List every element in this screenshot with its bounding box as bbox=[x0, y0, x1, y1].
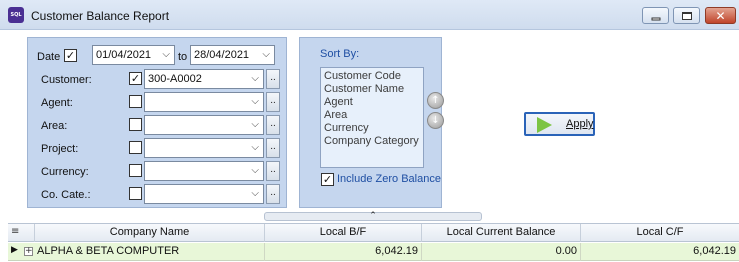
area-combo[interactable]: ⌵ bbox=[144, 115, 264, 135]
company-category-checkbox[interactable] bbox=[129, 187, 142, 200]
sort-item-agent[interactable]: Agent bbox=[324, 96, 420, 109]
agent-dropdown-icon[interactable]: ⌵ bbox=[251, 93, 259, 111]
date-to-field[interactable]: 28/04/2021 ⌵ bbox=[190, 45, 275, 65]
agent-combo[interactable]: ⌵ bbox=[144, 92, 264, 112]
date-from-value: 01/04/2021 bbox=[96, 49, 152, 61]
cell-local-cf: 6,042.19 bbox=[693, 245, 736, 257]
column-header-local-bf[interactable]: Local B/F bbox=[265, 224, 422, 242]
expand-row-icon[interactable]: + bbox=[24, 247, 33, 256]
sort-item-area[interactable]: Area bbox=[324, 109, 420, 122]
maximize-button[interactable] bbox=[673, 7, 700, 24]
project-browse-button[interactable]: .. bbox=[266, 138, 280, 158]
maximize-icon bbox=[681, 11, 692, 20]
customer-combo[interactable]: 300-A0002 ⌵ bbox=[144, 69, 264, 89]
currency-browse-button[interactable]: .. bbox=[266, 161, 280, 181]
sort-item-company-category[interactable]: Company Category bbox=[324, 135, 420, 148]
company-category-browse-button[interactable]: .. bbox=[266, 184, 280, 204]
date-checkbox[interactable]: ✓ bbox=[64, 49, 77, 62]
column-header-company-name[interactable]: Company Name bbox=[35, 224, 265, 242]
minimize-icon bbox=[651, 17, 660, 20]
company-category-dropdown-icon[interactable]: ⌵ bbox=[251, 185, 259, 203]
window-title: Customer Balance Report bbox=[31, 9, 170, 23]
table-row[interactable]: ▶ + ALPHA & BETA COMPUTER 6,042.19 0.00 … bbox=[8, 243, 739, 261]
cell-local-bf: 6,042.19 bbox=[265, 243, 422, 261]
apply-button[interactable]: Apply bbox=[524, 112, 595, 136]
filter-panel: Date ✓ 01/04/2021 ⌵ to 28/04/2021 ⌵ Cust… bbox=[27, 37, 287, 208]
project-label: Project: bbox=[41, 143, 79, 155]
company-category-label: Co. Cate.: bbox=[41, 189, 91, 201]
cell-local-current-balance: 0.00 bbox=[422, 243, 581, 261]
customer-label: Customer: bbox=[41, 74, 92, 86]
app-icon: SQL bbox=[8, 7, 24, 23]
move-up-icon[interactable]: ↑ bbox=[427, 92, 444, 109]
date-label: Date bbox=[37, 51, 61, 63]
date-from-field[interactable]: 01/04/2021 ⌵ bbox=[92, 45, 175, 65]
customer-browse-button[interactable]: .. bbox=[266, 69, 280, 89]
close-icon: ✕ bbox=[715, 8, 726, 23]
collapse-panel-toggle[interactable]: ⌃ bbox=[264, 212, 482, 221]
play-icon bbox=[537, 117, 552, 133]
sort-item-currency[interactable]: Currency bbox=[324, 122, 420, 135]
title-bar: SQL Customer Balance Report ✕ bbox=[0, 0, 739, 30]
date-to-dropdown-icon[interactable]: ⌵ bbox=[262, 46, 270, 64]
column-header-local-cf[interactable]: Local C/F bbox=[581, 224, 739, 242]
date-to-value: 28/04/2021 bbox=[194, 49, 250, 61]
customer-checkbox[interactable]: ✓ bbox=[129, 72, 142, 85]
project-combo[interactable]: ⌵ bbox=[144, 138, 264, 158]
close-button[interactable]: ✕ bbox=[705, 7, 736, 24]
balance-grid: ≡ Company Name Local B/F Local Current B… bbox=[8, 223, 739, 262]
area-label: Area: bbox=[41, 120, 68, 132]
sort-by-label: Sort By: bbox=[320, 48, 360, 60]
date-from-dropdown-icon[interactable]: ⌵ bbox=[162, 46, 170, 64]
currency-combo[interactable]: ⌵ bbox=[144, 161, 264, 181]
sort-item-customer-code[interactable]: Customer Code bbox=[324, 70, 420, 83]
area-browse-button[interactable]: .. bbox=[266, 115, 280, 135]
sort-item-customer-name[interactable]: Customer Name bbox=[324, 83, 420, 96]
sort-panel: Sort By: Customer Code Customer Name Age… bbox=[299, 37, 444, 208]
grid-indicator-header bbox=[8, 224, 35, 242]
move-down-icon[interactable]: ↓ bbox=[427, 112, 444, 129]
project-dropdown-icon[interactable]: ⌵ bbox=[251, 139, 259, 157]
agent-browse-button[interactable]: .. bbox=[266, 92, 280, 112]
row-indicator-icon: ▶ bbox=[11, 245, 18, 255]
minimize-button[interactable] bbox=[642, 7, 669, 24]
currency-label: Currency: bbox=[41, 166, 89, 178]
area-dropdown-icon[interactable]: ⌵ bbox=[251, 116, 259, 134]
include-zero-balance-label[interactable]: Include Zero Balance bbox=[337, 173, 441, 185]
report-client-area: Date ✓ 01/04/2021 ⌵ to 28/04/2021 ⌵ Cust… bbox=[0, 30, 739, 262]
sort-by-list[interactable]: Customer Code Customer Name Agent Area C… bbox=[320, 67, 424, 168]
apply-button-label: Apply bbox=[566, 118, 594, 130]
project-checkbox[interactable] bbox=[129, 141, 142, 154]
currency-dropdown-icon[interactable]: ⌵ bbox=[251, 162, 259, 180]
grid-header: ≡ Company Name Local B/F Local Current B… bbox=[8, 224, 739, 242]
cell-company-name: ALPHA & BETA COMPUTER bbox=[35, 243, 265, 261]
company-category-combo[interactable]: ⌵ bbox=[144, 184, 264, 204]
include-zero-balance-checkbox[interactable]: ✓ bbox=[321, 173, 334, 186]
area-checkbox[interactable] bbox=[129, 118, 142, 131]
agent-checkbox[interactable] bbox=[129, 95, 142, 108]
agent-label: Agent: bbox=[41, 97, 73, 109]
currency-checkbox[interactable] bbox=[129, 164, 142, 177]
column-header-local-current-balance[interactable]: Local Current Balance bbox=[422, 224, 581, 242]
customer-dropdown-icon[interactable]: ⌵ bbox=[251, 70, 259, 88]
date-to-label: to bbox=[178, 51, 188, 63]
customer-value: 300-A0002 bbox=[148, 73, 202, 85]
